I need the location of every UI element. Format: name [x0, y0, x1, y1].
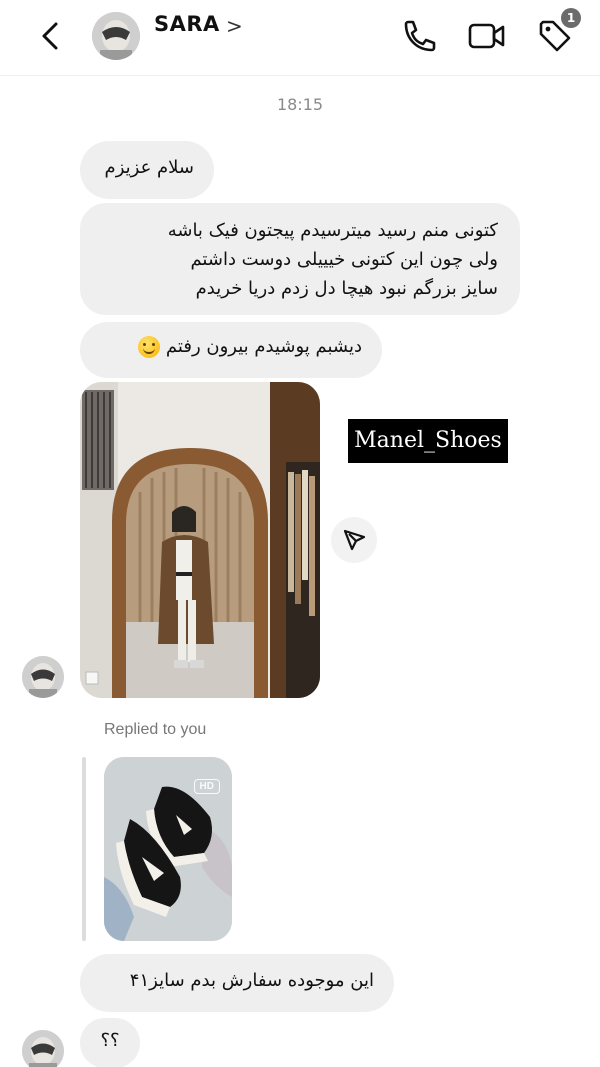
chat-header: SARA > 1: [0, 0, 600, 76]
message-line: ولی چون این کتونی خیییلی دوست داشتم: [190, 249, 498, 270]
message-line: کتونی منم رسید میترسیدم پیجتون فیک باشه: [167, 220, 498, 241]
sender-avatar[interactable]: [22, 1030, 64, 1067]
smiling-face-emoji-icon: [138, 336, 161, 358]
message-bubble[interactable]: ؟؟: [80, 1018, 140, 1067]
message-bubble[interactable]: این موجوده سفارش بدم سایز۴۱: [80, 954, 394, 1012]
contact-chevron-icon[interactable]: >: [226, 14, 243, 38]
message-text: ؟؟: [100, 1030, 120, 1051]
sender-avatar[interactable]: [22, 656, 64, 698]
message-bubble[interactable]: سلام عزیزم: [80, 141, 214, 199]
contact-name[interactable]: SARA: [154, 12, 220, 36]
message-bubble[interactable]: کتونی منم رسید میترسیدم پیجتون فیک باشه …: [80, 203, 520, 315]
share-icon[interactable]: [331, 517, 377, 563]
message-text: سلام عزیزم: [104, 157, 194, 178]
message-text: دیشبم پوشیدم بیرون رفتم: [165, 336, 362, 357]
message-bubble[interactable]: دیشبم پوشیدم بیرون رفتم: [80, 322, 382, 378]
replied-label: Replied to you: [104, 721, 207, 738]
message-timestamp: 18:15: [276, 95, 324, 114]
contact-avatar[interactable]: [92, 12, 140, 60]
back-arrow-icon[interactable]: [32, 16, 72, 56]
watermark-label: Manel_Shoes: [348, 419, 508, 463]
replied-sneakers-photo[interactable]: HD: [104, 757, 232, 941]
hd-badge: HD: [193, 779, 220, 794]
message-line: سایز بزرگم نبود هیچا دل زدم دریا خریدم: [195, 278, 498, 299]
message-text: این موجوده سفارش بدم سایز۴۱: [129, 970, 374, 991]
mirror-selfie-photo[interactable]: [80, 382, 320, 698]
video-call-icon[interactable]: [466, 14, 506, 58]
reply-indicator-line: [82, 757, 86, 941]
tag-icon[interactable]: 1: [535, 8, 581, 58]
notification-badge: 1: [561, 8, 581, 28]
phone-icon[interactable]: [398, 14, 438, 58]
